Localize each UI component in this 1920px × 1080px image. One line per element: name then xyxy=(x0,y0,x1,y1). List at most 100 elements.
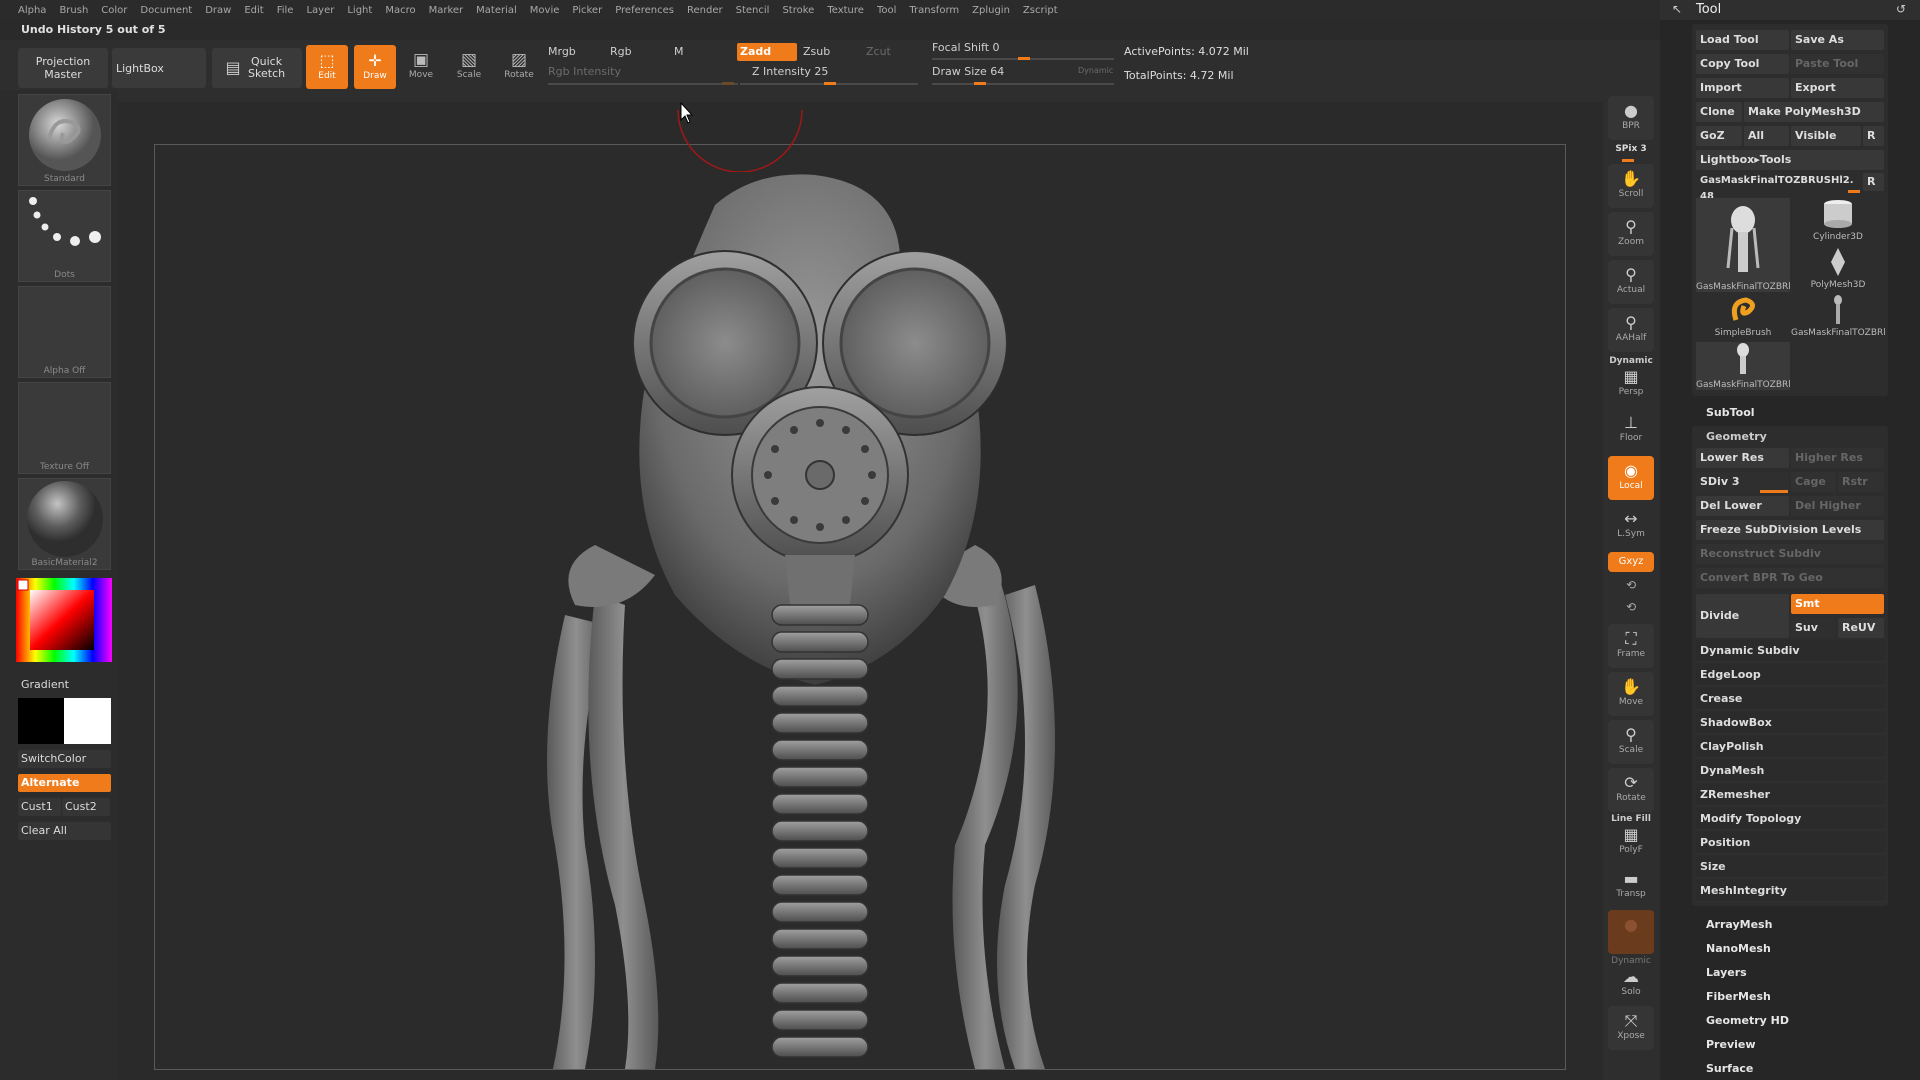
focal-shift-knob[interactable] xyxy=(1018,57,1030,60)
menu-zscript[interactable]: Zscript xyxy=(1023,5,1058,16)
modify-topology-row[interactable]: Modify Topology xyxy=(1696,808,1885,830)
position-row[interactable]: Position xyxy=(1696,832,1885,854)
geometry-section[interactable]: Geometry xyxy=(1706,430,1767,443)
crease-row[interactable]: Crease xyxy=(1696,688,1885,710)
alternate-button[interactable]: Alternate xyxy=(18,774,111,792)
sdiv-slider[interactable]: SDiv 3 xyxy=(1696,472,1789,492)
menu-marker[interactable]: Marker xyxy=(429,5,464,16)
menu-brush[interactable]: Brush xyxy=(59,5,88,16)
actual-button[interactable]: ⚲ Actual xyxy=(1608,260,1654,304)
lsym-button[interactable]: ↔ L.Sym xyxy=(1608,504,1654,548)
floor-button[interactable]: ⊥ Floor xyxy=(1608,408,1654,452)
current-tool-knob[interactable] xyxy=(1848,190,1860,193)
draw-size-knob[interactable] xyxy=(974,82,986,85)
lower-res-button[interactable]: Lower Res xyxy=(1696,448,1789,468)
menu-transform[interactable]: Transform xyxy=(909,5,959,16)
claypolish-row[interactable]: ClayPolish xyxy=(1696,736,1885,758)
scale-view-button[interactable]: ⚲ Scale xyxy=(1608,720,1654,764)
make-polymesh-button[interactable]: Make PolyMesh3D xyxy=(1744,102,1884,122)
goz-r-button[interactable]: R xyxy=(1863,126,1884,146)
primary-color-swatch[interactable] xyxy=(64,698,111,744)
suv-toggle[interactable]: Suv xyxy=(1791,618,1836,638)
shadowbox-row[interactable]: ShadowBox xyxy=(1696,712,1885,734)
stroke-picker[interactable]: Dots xyxy=(18,190,111,282)
zremesher-row[interactable]: ZRemesher xyxy=(1696,784,1885,806)
meshintegrity-row[interactable]: MeshIntegrity xyxy=(1696,880,1885,902)
draw-button[interactable]: ✛ Draw xyxy=(354,45,396,89)
sdiv-knob[interactable] xyxy=(1760,490,1788,493)
menu-file[interactable]: File xyxy=(277,5,294,16)
divide-button[interactable]: Divide xyxy=(1696,594,1789,638)
rotate-view-button[interactable]: ⟳ Rotate xyxy=(1608,768,1654,812)
menu-layer[interactable]: Layer xyxy=(306,5,334,16)
menu-picker[interactable]: Picker xyxy=(572,5,602,16)
bpr-button[interactable]: ● BPR xyxy=(1608,96,1654,140)
menu-document[interactable]: Document xyxy=(140,5,192,16)
menu-light[interactable]: Light xyxy=(347,5,372,16)
scale-button[interactable]: ▧ Scale xyxy=(448,47,490,91)
subtool-section[interactable]: SubTool xyxy=(1706,406,1755,419)
move-view-button[interactable]: ✋ Move xyxy=(1608,672,1654,716)
secondary-color-swatch[interactable] xyxy=(18,698,64,744)
menu-render[interactable]: Render xyxy=(687,5,723,16)
menu-macro[interactable]: Macro xyxy=(385,5,415,16)
alpha-picker[interactable]: Alpha Off xyxy=(18,286,111,378)
preview-section[interactable]: Preview xyxy=(1706,1038,1756,1051)
size-row[interactable]: Size xyxy=(1696,856,1885,878)
dynamesh-row[interactable]: DynaMesh xyxy=(1696,760,1885,782)
del-lower-button[interactable]: Del Lower xyxy=(1696,496,1789,516)
zoom-button[interactable]: ⚲ Zoom xyxy=(1608,212,1654,256)
menu-tool[interactable]: Tool xyxy=(877,5,896,16)
zadd-button[interactable]: Zadd xyxy=(737,43,797,61)
frame-button[interactable]: ⛶ Frame xyxy=(1608,624,1654,668)
rgb-button[interactable]: Rgb xyxy=(610,45,632,58)
current-tool-r-button[interactable]: R xyxy=(1863,173,1884,191)
document-frame[interactable] xyxy=(154,144,1566,1070)
nanomesh-section[interactable]: NanoMesh xyxy=(1706,942,1771,955)
goz-button[interactable]: GoZ xyxy=(1696,126,1742,146)
dynamic-subdiv-row[interactable]: Dynamic Subdiv xyxy=(1696,640,1885,662)
scroll-button[interactable]: ✋ Scroll xyxy=(1608,164,1654,208)
geometry-hd-section[interactable]: Geometry HD xyxy=(1706,1014,1789,1027)
quick-sketch-button[interactable]: ▤ Quick Sketch xyxy=(212,48,302,88)
cage-button[interactable]: Cage xyxy=(1791,472,1836,492)
xpose-button[interactable]: ⤧ Xpose xyxy=(1608,1006,1654,1050)
solo-button[interactable]: ☁ Solo xyxy=(1608,962,1654,998)
edgeloop-row[interactable]: EdgeLoop xyxy=(1696,664,1885,686)
menu-edit[interactable]: Edit xyxy=(244,5,263,16)
brush-picker[interactable]: Standard xyxy=(18,94,111,186)
menu-preferences[interactable]: Preferences xyxy=(615,5,674,16)
rotate-button[interactable]: ▨ Rotate xyxy=(498,47,540,91)
draw-size-slider[interactable]: Draw Size 64 xyxy=(932,65,1004,78)
tool-thumb-cylinder[interactable]: Cylinder3D xyxy=(1791,198,1885,242)
current-tool-slider[interactable]: GasMaskFinalTOZBRUSHl2. 48 xyxy=(1696,173,1862,202)
polyf-button[interactable]: ▦ PolyF xyxy=(1608,820,1654,860)
cust2-button[interactable]: Cust2 xyxy=(62,798,110,816)
z-intensity-knob[interactable] xyxy=(824,82,836,85)
z-intensity-slider[interactable]: Z Intensity 25 xyxy=(752,65,828,78)
save-as-button[interactable]: Save As xyxy=(1791,30,1884,50)
copy-tool-button[interactable]: Copy Tool xyxy=(1696,54,1789,74)
menu-stroke[interactable]: Stroke xyxy=(782,5,814,16)
xyz-button[interactable]: Gxyz xyxy=(1608,552,1654,572)
surface-section[interactable]: Surface xyxy=(1706,1062,1753,1075)
zsub-button[interactable]: Zsub xyxy=(803,45,830,58)
menu-texture[interactable]: Texture xyxy=(827,5,864,16)
menu-draw[interactable]: Draw xyxy=(205,5,231,16)
rotate-z-icon[interactable]: ⟲ xyxy=(1608,600,1654,614)
focal-shift-slider[interactable]: Focal Shift 0 xyxy=(932,41,1000,54)
undo-history[interactable]: Undo History 5 out of 5 xyxy=(0,20,1660,40)
higher-res-button[interactable]: Higher Res xyxy=(1791,448,1884,468)
aahalf-button[interactable]: ⚲ AAHalf xyxy=(1608,308,1654,352)
menu-color[interactable]: Color xyxy=(101,5,127,16)
persp-button[interactable]: ▦ Persp xyxy=(1608,362,1654,400)
reconstruct-subdiv-button[interactable]: Reconstruct Subdiv xyxy=(1696,544,1884,564)
spix-knob[interactable] xyxy=(1622,159,1634,162)
tool-thumb-gasmask-1[interactable]: GasMaskFinalTOZBRl xyxy=(1696,198,1791,292)
paste-tool-button[interactable]: Paste Tool xyxy=(1791,54,1884,74)
zcut-button[interactable]: Zcut xyxy=(866,45,891,58)
texture-picker[interactable]: Texture Off xyxy=(18,382,111,474)
goz-all-button[interactable]: All xyxy=(1744,126,1789,146)
local-button[interactable]: ◉ Local xyxy=(1608,456,1654,500)
menu-movie[interactable]: Movie xyxy=(530,5,560,16)
